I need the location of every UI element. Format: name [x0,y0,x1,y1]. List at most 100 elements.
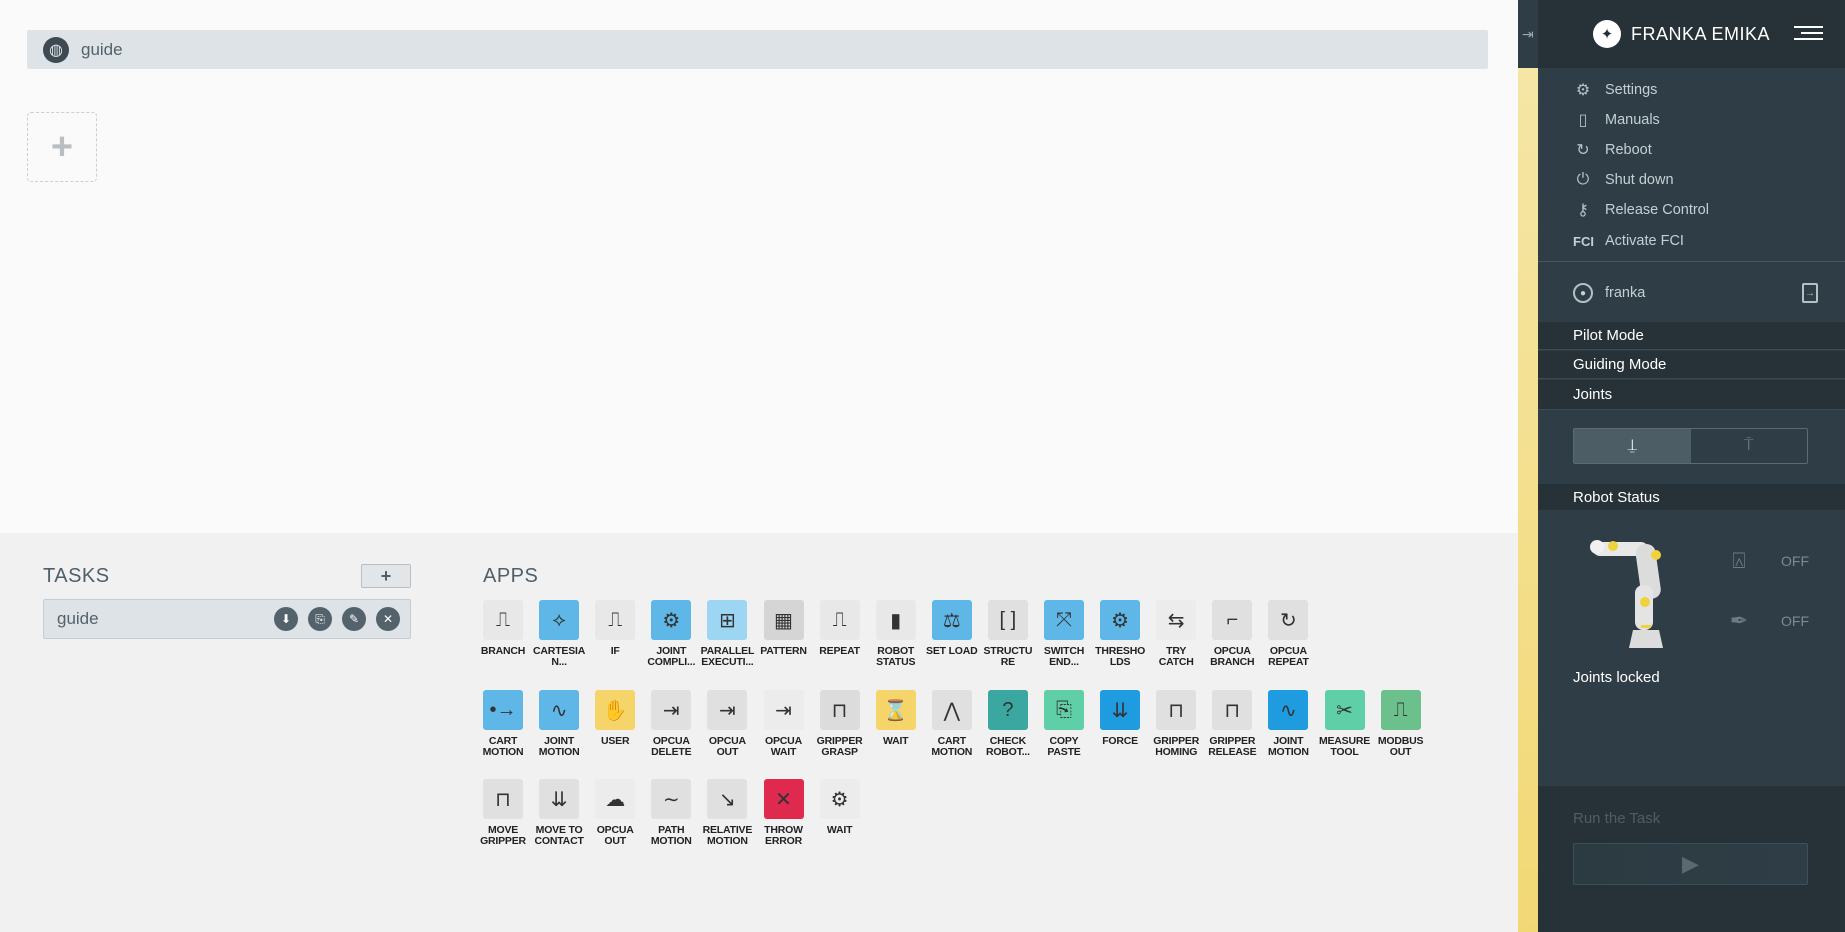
app-pattern[interactable]: ▦ PATTERN [756,600,812,657]
branch-icon: ⎍ [483,600,523,640]
add-app-slot[interactable]: + [27,112,97,182]
menu-item-settings[interactable]: ⚙ Settings [1573,79,1658,101]
app-label: USER [601,735,630,747]
joints-row[interactable]: Joints [1538,380,1845,410]
move-gripper-icon: ⊓ [483,779,523,819]
app-label: CHECK ROBOT... [985,735,1030,758]
main-area: ◍ guide + TASKS + guide ⬇ ⎘ ✎ ✕ APPS ⎍ BR… [0,0,1518,932]
app-opcua-branch[interactable]: ⌐ OPCUA BRANCH [1204,600,1260,668]
app-opcua-out-cloud[interactable]: ☁ OPCUA OUT [587,779,643,847]
app-joint-motion[interactable]: ∿ JOINT MOTION [531,690,587,758]
joint-compliance-icon: ⚙ [651,600,692,640]
app-cart-motion-gray[interactable]: ⋀ CART MOTION [924,690,980,758]
app-move-to-contact[interactable]: ⇊ MOVE TO CONTACT [531,779,587,847]
app-set-load[interactable]: ⚖ SET LOAD [924,600,980,657]
translation-mode-icon[interactable]: ⍊ [1574,429,1691,463]
edit-icon[interactable]: ✎ [342,607,366,631]
app-opcua-delete[interactable]: ⇥ OPCUA DELETE [643,690,699,758]
app-branch[interactable]: ⎍ BRANCH [475,600,531,657]
parallel-execution-icon: ⊞ [707,600,748,640]
pilot-mode-row[interactable]: Pilot Mode [1538,322,1845,350]
end-effector-status: ⍓ OFF [1723,548,1809,574]
app-robot-status[interactable]: ▮ ROBOT STATUS [868,600,924,668]
rotation-mode-icon[interactable]: ⍑ [1691,429,1808,463]
copy-icon[interactable]: ⎘ [308,607,332,631]
app-throw-error[interactable]: ✕ THROW ERROR [756,779,812,847]
joints-label: Joints [1573,386,1613,403]
app-switch-end-effector[interactable]: ⤧ SWITCH END... [1036,600,1092,668]
run-task-button[interactable]: ▶ [1573,843,1808,885]
guiding-mode-row[interactable]: Guiding Mode [1538,351,1845,379]
add-task-button[interactable]: + [361,564,411,588]
app-hourglass[interactable]: ⌛ WAIT [868,690,924,747]
app-label: FORCE [1102,735,1138,747]
app-opcua-repeat[interactable]: ↻ OPCUA REPEAT [1260,600,1316,668]
app-path-motion[interactable]: ∼ PATH MOTION [643,779,699,847]
app-gripper-grasp[interactable]: ⊓ GRIPPER GRASP [812,690,868,758]
app-opcua-out[interactable]: ⇥ OPCUA OUT [699,690,755,758]
app-modbus-out[interactable]: ⎍ MODBUS OUT [1373,690,1429,758]
hourglass-icon: ⌛ [875,690,916,730]
app-if[interactable]: ⎍ IF [587,600,643,657]
app-wait-gear[interactable]: ⚙ WAIT [812,779,868,836]
app-copy-paste[interactable]: ⎘ COPY PASTE [1036,690,1092,758]
menu-item-manuals[interactable]: ▯ Manuals [1573,109,1660,131]
app-label: THROW ERROR [764,824,803,847]
app-thresholds[interactable]: ⚙ THRESHO LDS [1092,600,1148,668]
menu-item-release-control[interactable]: ⚷ Release Control [1573,199,1709,221]
app-label: OPCUA DELETE [651,735,692,758]
app-label: MEASURE TOOL [1318,735,1371,758]
app-opcua-wait[interactable]: ⇥ OPCUA WAIT [756,690,812,758]
menu-item-activate-fci[interactable]: FCI Activate FCI [1573,230,1684,252]
reboot-icon: ↻ [1576,142,1590,159]
app-cartesian[interactable]: ⟡ CARTESIA N... [531,600,587,668]
app-label: PATTERN [760,645,807,657]
app-parallel-execution[interactable]: ⊞ PARALLEL EXECUTI... [699,600,755,668]
app-label: JOINT MOTION [1267,735,1309,758]
app-try-catch[interactable]: ⇆ TRY CATCH [1148,600,1204,668]
opcua-wait-icon: ⇥ [763,690,804,730]
task-item-name: guide [57,609,99,628]
check-robot-icon: ? [987,690,1028,730]
app-label: OPCUA BRANCH [1210,645,1255,668]
app-label: OPCUA OUT [708,735,746,758]
app-label: CART MOTION [931,735,973,758]
guiding-mode-label: Guiding Mode [1573,356,1667,373]
app-label: MODBUS OUT [1377,735,1424,758]
app-gripper-release[interactable]: ⊓ GRIPPER RELEASE [1204,690,1260,758]
wait-gear-icon: ⚙ [819,779,860,819]
app-force[interactable]: ⇊ FORCE [1092,690,1148,747]
app-measure-tool[interactable]: ✂ MEASURE TOOL [1317,690,1373,758]
delete-icon[interactable]: ✕ [376,607,400,631]
logout-icon[interactable]: → [1802,283,1818,303]
menu-item-label: Release Control [1605,202,1709,218]
app-label: OPCUA OUT [596,824,634,847]
app-joint-compliance[interactable]: ⚙ JOINT COMPLI... [643,600,699,668]
divider [1538,261,1845,262]
app-cart-motion[interactable]: •→ CART MOTION [475,690,531,758]
app-label: OPCUA WAIT [765,735,802,758]
download-icon[interactable]: ⬇ [274,607,298,631]
task-item[interactable]: guide ⬇ ⎘ ✎ ✕ [43,599,411,639]
task-header[interactable]: ◍ guide [27,30,1488,69]
app-gripper-homing[interactable]: ⊓ GRIPPER HOMING [1148,690,1204,758]
app-user[interactable]: ✋ USER [587,690,643,747]
app-check-robot[interactable]: ? CHECK ROBOT... [980,690,1036,758]
menu-icon[interactable] [1794,26,1823,42]
collapse-sidebar-icon[interactable]: ⇥ [1518,0,1538,68]
menu-item-reboot[interactable]: ↻ Reboot [1573,139,1651,161]
robot-status-label: Robot Status [1573,488,1660,506]
app-label: BRANCH [480,645,526,657]
app-label: MOVE TO CONTACT [534,824,584,847]
joints-locked-text: Joints locked [1573,669,1660,686]
menu-item-shut-down[interactable]: ⏻ Shut down [1573,169,1674,191]
app-relative-motion[interactable]: ↘ RELATIVE MOTION [699,779,755,847]
app-repeat[interactable]: ⎍ REPEAT [812,600,868,657]
franka-logo-icon: ✦ [1593,20,1621,48]
app-move-gripper[interactable]: ⊓ MOVE GRIPPER [475,779,531,847]
app-joint-motion-wave[interactable]: ∿ JOINT MOTION [1260,690,1316,758]
app-structure[interactable]: [ ] STRUCTU RE [980,600,1036,668]
guiding-mode-toggle[interactable]: ⍊ ⍑ [1573,428,1808,464]
app-label: PARALLEL EXECUTI... [700,645,755,668]
app-label: CARTESIA N... [533,645,586,668]
